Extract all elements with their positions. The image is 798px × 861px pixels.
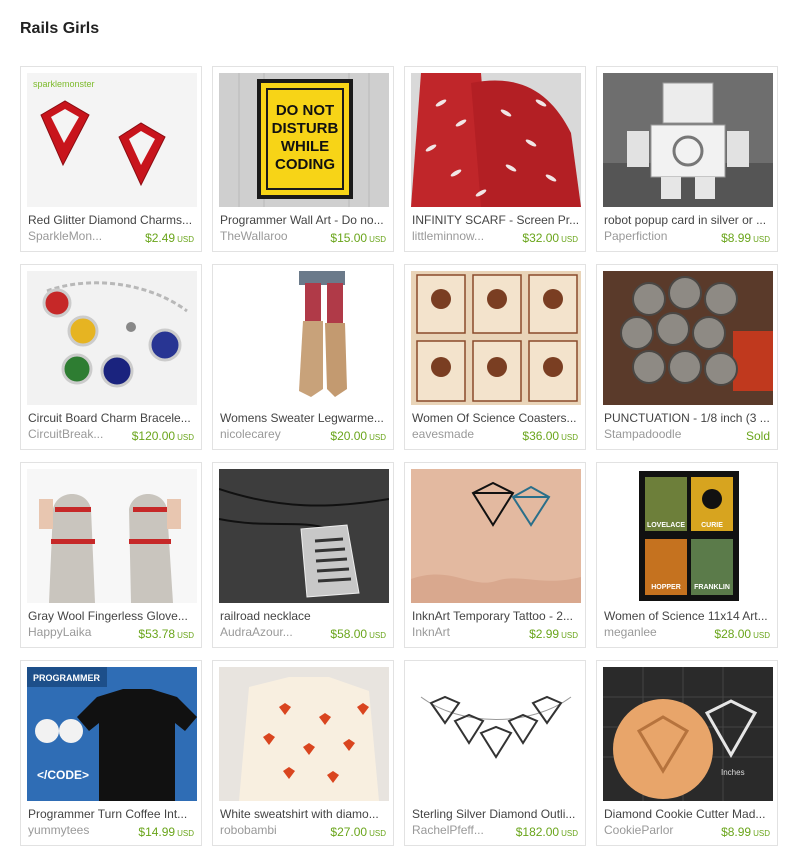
listing-price: $14.99 USD [138,825,194,839]
listing-card[interactable]: Circuit Board Charm Bracele... CircuitBr… [20,264,202,450]
listing-title[interactable]: Womens Sweater Legwarme... [220,411,388,425]
listing-title[interactable]: robot popup card in silver or ... [604,213,772,227]
sold-badge: Sold [745,429,770,443]
listing-card[interactable]: sparklemonster Red Glitter Diamond Charm… [20,66,202,252]
listing-title[interactable]: Women Of Science Coasters... [412,411,580,425]
listing-card[interactable]: robot popup card in silver or ... Paperf… [596,66,778,252]
shop-name[interactable]: meganlee [604,625,694,639]
listing-title[interactable]: InknArt Temporary Tattoo - 2... [412,609,580,623]
listing-card[interactable]: Sterling Silver Diamond Outli... RachelP… [404,660,586,846]
shop-name[interactable]: TheWallaroo [220,229,310,243]
svg-text:CODING: CODING [275,156,335,173]
svg-text:PROGRAMMER: PROGRAMMER [33,673,100,683]
shop-name[interactable]: CircuitBreak... [28,427,118,441]
listing-image[interactable] [411,469,581,603]
listing-card[interactable]: Gray Wool Fingerless Glove... HappyLaika… [20,462,202,648]
listing-card[interactable]: Womens Sweater Legwarme... nicolecarey $… [212,264,394,450]
listing-title[interactable]: railroad necklace [220,609,388,623]
listing-card[interactable]: INFINITY SCARF - Screen Pr... littleminn… [404,66,586,252]
shop-name[interactable]: littleminnow... [412,229,502,243]
shop-name[interactable]: Stampadoodle [604,427,694,441]
listing-price: $27.00 USD [330,825,386,839]
svg-text:sparklemonster: sparklemonster [33,79,95,89]
listing-card[interactable]: PUNCTUATION - 1/8 inch (3 ... Stampadood… [596,264,778,450]
listing-price: $58.00 USD [330,627,386,641]
listing-image[interactable]: LOVELACE CURIE HOPPER FRANKLIN [603,469,773,603]
listing-card[interactable]: Women Of Science Coasters... eavesmade $… [404,264,586,450]
svg-text:Inches: Inches [721,768,745,777]
shop-name[interactable]: Paperfiction [604,229,694,243]
listing-price: $8.99 USD [721,825,770,839]
listing-price: $182.00 USD [515,825,578,839]
listing-price: $36.00 USD [522,429,578,443]
listing-price: $28.00 USD [714,627,770,641]
listing-image[interactable] [603,271,773,405]
listing-image[interactable]: DO NOT DISTURB WHILE CODING [219,73,389,207]
listing-card[interactable]: Inches Diamond Cookie Cutter Mad... Cook… [596,660,778,846]
listing-card[interactable]: PROGRAMMER </CODE> Programmer Turn Coffe… [20,660,202,846]
listing-price: $120.00 USD [131,429,194,443]
listing-image[interactable] [219,271,389,405]
listing-image[interactable] [219,469,389,603]
listing-price: $20.00 USD [330,429,386,443]
listing-price: $32.00 USD [522,231,578,245]
listing-title[interactable]: Red Glitter Diamond Charms... [28,213,196,227]
listing-title[interactable]: Women of Science 11x14 Art... [604,609,772,623]
page-title: Rails Girls [20,20,100,37]
listing-card[interactable]: InknArt Temporary Tattoo - 2... InknArt … [404,462,586,648]
listing-card[interactable]: DO NOT DISTURB WHILE CODING Programmer W… [212,66,394,252]
listing-image[interactable] [411,667,581,801]
svg-text:DISTURB: DISTURB [272,120,339,137]
listing-image[interactable] [411,73,581,207]
listing-title[interactable]: Gray Wool Fingerless Glove... [28,609,196,623]
listing-price: $53.78 USD [138,627,194,641]
svg-text:LOVELACE: LOVELACE [647,522,685,529]
listing-image[interactable] [411,271,581,405]
shop-name[interactable]: RachelPfeff... [412,823,502,837]
listing-price: $2.49 USD [145,231,194,245]
listing-title[interactable]: White sweatshirt with diamo... [220,807,388,821]
listing-image[interactable]: sparklemonster [27,73,197,207]
listing-price: $8.99 USD [721,231,770,245]
shop-name[interactable]: InknArt [412,625,502,639]
listing-price: $15.00 USD [330,231,386,245]
listing-image[interactable] [603,73,773,207]
shop-name[interactable]: eavesmade [412,427,502,441]
shop-name[interactable]: AudraAzour... [220,625,310,639]
svg-text:FRANKLIN: FRANKLIN [694,584,730,591]
shop-name[interactable]: SparkleMon... [28,229,118,243]
listing-image[interactable]: Inches [603,667,773,801]
shop-name[interactable]: yummytees [28,823,118,837]
listing-price: $2.99 USD [529,627,578,641]
svg-text:HOPPER: HOPPER [651,584,681,591]
listing-image[interactable]: PROGRAMMER </CODE> [27,667,197,801]
listing-title[interactable]: Circuit Board Charm Bracele... [28,411,196,425]
listing-card[interactable]: railroad necklace AudraAzour... $58.00 US… [212,462,394,648]
listing-card[interactable]: White sweatshirt with diamo... robobambi… [212,660,394,846]
shop-name[interactable]: CookieParlor [604,823,694,837]
listing-title[interactable]: Programmer Turn Coffee Int... [28,807,196,821]
listing-title[interactable]: Programmer Wall Art - Do no... [220,213,388,227]
svg-text:DO NOT: DO NOT [276,102,334,119]
listing-image[interactable] [219,667,389,801]
shop-name[interactable]: HappyLaika [28,625,118,639]
svg-text:</CODE>: </CODE> [37,768,89,782]
listing-title[interactable]: Diamond Cookie Cutter Mad... [604,807,772,821]
listing-image[interactable] [27,271,197,405]
shop-name[interactable]: robobambi [220,823,310,837]
svg-text:WHILE: WHILE [281,138,329,155]
listing-title[interactable]: INFINITY SCARF - Screen Pr... [412,213,580,227]
svg-text:CURIE: CURIE [701,522,723,529]
listing-card[interactable]: LOVELACE CURIE HOPPER FRANKLIN Women of … [596,462,778,648]
listing-image[interactable] [27,469,197,603]
shop-name[interactable]: nicolecarey [220,427,310,441]
listing-title[interactable]: Sterling Silver Diamond Outli... [412,807,580,821]
listing-title[interactable]: PUNCTUATION - 1/8 inch (3 ... [604,411,772,425]
